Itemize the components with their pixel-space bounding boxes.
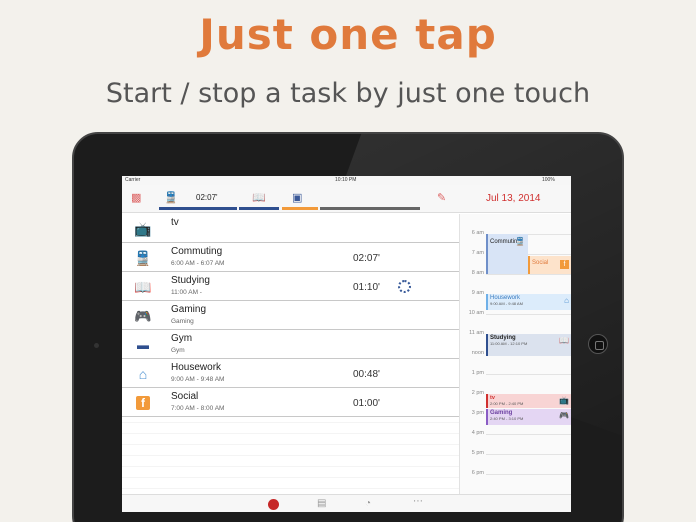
- train-icon: 🚆: [134, 250, 152, 266]
- house-icon: ⌂: [564, 296, 569, 305]
- status-bar: Carrier 10:10 PM 100%: [122, 176, 571, 185]
- task-duration: 00:48': [353, 369, 380, 380]
- subline: Start / stop a task by just one touch: [105, 78, 591, 109]
- task-duration: 01:00': [353, 398, 380, 409]
- pie-chart-icon[interactable]: ◔: [365, 498, 371, 509]
- clock-label: 10:10 PM: [335, 177, 357, 183]
- headline: Just one tap: [199, 10, 497, 59]
- timeline-event-housework[interactable]: Housework 9:00 AM - 9:48 AM ⌂: [486, 294, 571, 310]
- tv-icon: 📺: [134, 221, 152, 237]
- current-date[interactable]: Jul 13, 2014: [486, 193, 541, 204]
- active-bar-social: [282, 207, 318, 210]
- task-time-range: 7:00 AM - 8:00 AM: [171, 405, 225, 412]
- task-row-tv[interactable]: 📺 tv: [122, 214, 459, 243]
- task-time-range: 9:00 AM - 9:48 AM: [171, 376, 225, 383]
- active-bar-studying: [239, 207, 279, 210]
- task-row-gaming[interactable]: 🎮 Gaming Gaming: [122, 301, 459, 330]
- toolbar: ▩ 🚆 02:07' 📖 ▣ ✎ Jul 13, 2014: [122, 185, 571, 213]
- carrier-label: Carrier: [125, 177, 141, 183]
- task-title: tv: [171, 217, 179, 228]
- facebook-icon: f: [560, 260, 569, 269]
- timeline-event-tv[interactable]: tv 2:00 PM - 2:40 PM 📺: [486, 394, 571, 408]
- book-icon: 📖: [559, 336, 569, 345]
- active-task-time: 02:07': [196, 193, 218, 202]
- task-duration: 02:07': [353, 253, 380, 264]
- task-title: Gym: [171, 333, 193, 344]
- hour-mark: 6 pm: [460, 470, 571, 476]
- active-bar-commuting: [159, 207, 237, 210]
- task-row-studying[interactable]: 📖 Studying 11:00 AM - 01:10': [122, 272, 459, 301]
- task-title: Gaming: [171, 304, 207, 315]
- gamepad-icon: 🎮: [559, 411, 569, 420]
- train-icon: 🚆: [515, 237, 525, 246]
- task-time-range: 11:00 AM -: [171, 289, 202, 296]
- document-icon[interactable]: ▤: [317, 498, 326, 509]
- tv-icon: 📺: [559, 396, 569, 405]
- facebook-icon[interactable]: ▣: [292, 191, 302, 204]
- running-spinner-icon: [398, 280, 411, 293]
- house-icon: ⌂: [138, 366, 148, 382]
- dumbbell-icon: ▬: [137, 338, 149, 352]
- hour-mark: 8 am: [460, 270, 571, 276]
- hour-mark: 1 pm: [460, 370, 571, 376]
- book-icon: 📖: [134, 279, 152, 295]
- task-title: Commuting: [171, 246, 223, 257]
- camera-dot: [94, 343, 99, 348]
- task-row-gym[interactable]: ▬ Gym Gym: [122, 330, 459, 359]
- timeline-event-studying[interactable]: Studying 11:00 AM - 12:10 PM 📖: [486, 334, 571, 356]
- task-row-commuting[interactable]: 🚆 Commuting 6:00 AM - 6:07 AM 02:07': [122, 243, 459, 272]
- app-screen: Carrier 10:10 PM 100% ▩ 🚆 02:07' 📖 ▣ ✎ J…: [122, 176, 571, 512]
- hour-mark: 10 am: [460, 310, 571, 316]
- task-duration: 01:10': [353, 282, 380, 293]
- inbox-icon[interactable]: ▩: [131, 191, 141, 204]
- task-row-social[interactable]: f Social 7:00 AM - 8:00 AM 01:00': [122, 388, 459, 417]
- bottom-tab-bar: ▤ ◔ ⋯: [122, 494, 571, 512]
- edit-icon[interactable]: ✎: [437, 191, 446, 204]
- task-title: Studying: [171, 275, 210, 286]
- day-timeline[interactable]: 6 am 7 am 8 am 9 am 10 am 11 am noon 1 p…: [459, 214, 571, 494]
- clock-icon[interactable]: [268, 499, 279, 510]
- task-title: Housework: [171, 362, 222, 373]
- task-list: 📺 tv 🚆 Commuting 6:00 AM - 6:07 AM 02:07…: [122, 214, 459, 494]
- timeline-event-gaming[interactable]: Gaming 2:40 PM - 3:10 PM 🎮: [486, 409, 571, 425]
- more-icon[interactable]: ⋯: [413, 496, 423, 507]
- task-subtitle: Gym: [171, 347, 185, 354]
- home-button[interactable]: [588, 334, 608, 354]
- task-title: Social: [171, 391, 199, 402]
- timeline-event-commuting[interactable]: Commuting 🚆: [486, 234, 528, 274]
- timeline-event-social[interactable]: Social f: [528, 256, 571, 274]
- gamepad-icon: 🎮: [134, 308, 152, 324]
- task-row-housework[interactable]: ⌂ Housework 9:00 AM - 9:48 AM 00:48': [122, 359, 459, 388]
- book-icon[interactable]: 📖: [252, 191, 266, 204]
- task-subtitle: Gaming: [171, 318, 194, 325]
- task-time-range: 6:00 AM - 6:07 AM: [171, 260, 225, 267]
- hour-mark: 4 pm: [460, 430, 571, 436]
- facebook-icon: f: [136, 396, 150, 410]
- battery-label: 100%: [542, 177, 555, 183]
- active-bar-rest: [320, 207, 420, 210]
- train-icon[interactable]: 🚆: [164, 191, 178, 204]
- hour-mark: 5 pm: [460, 450, 571, 456]
